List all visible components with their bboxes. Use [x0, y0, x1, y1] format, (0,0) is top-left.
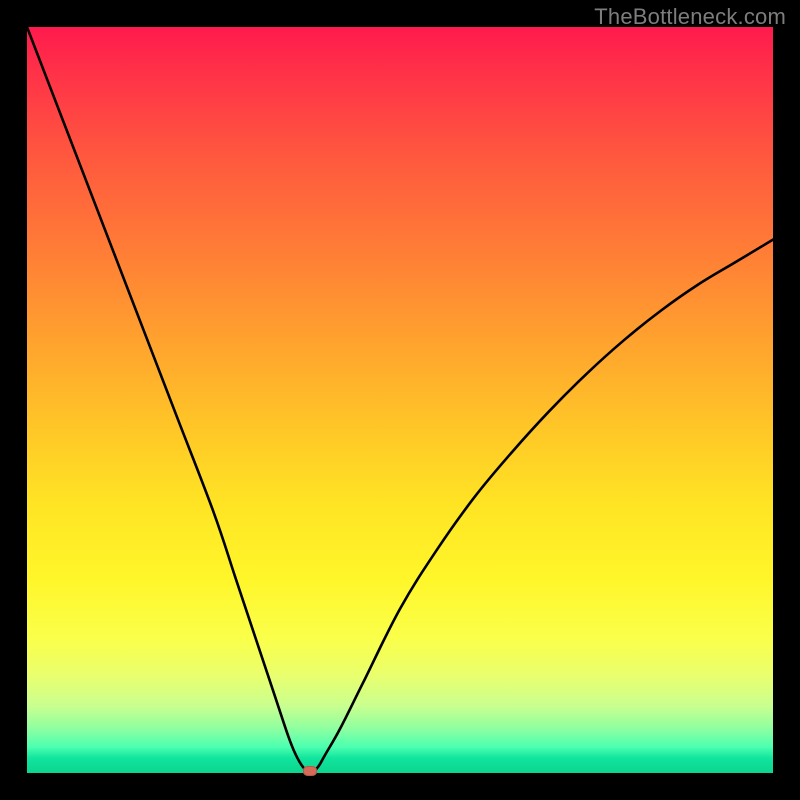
minimum-marker: [303, 766, 317, 776]
curve-svg: [27, 27, 773, 773]
watermark-text: TheBottleneck.com: [594, 4, 786, 30]
plot-area: [27, 27, 773, 773]
bottleneck-curve: [27, 27, 773, 773]
chart-frame: TheBottleneck.com: [0, 0, 800, 800]
